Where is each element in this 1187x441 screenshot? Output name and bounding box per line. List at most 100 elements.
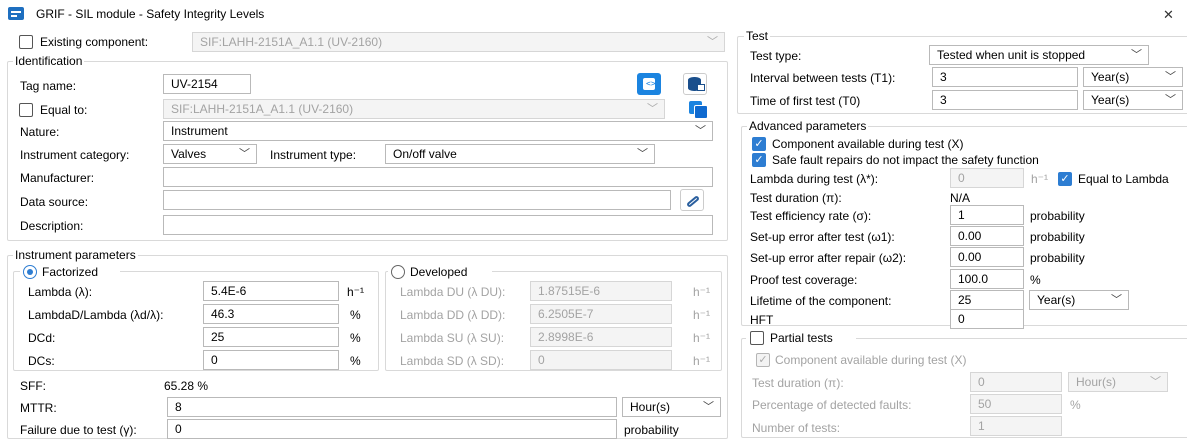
first-test-input[interactable]: 3 bbox=[932, 90, 1078, 110]
equal-to-lambda-checkbox[interactable]: ✓ bbox=[1058, 172, 1072, 186]
factorized-row-input[interactable]: 5.4E-6 bbox=[203, 281, 339, 301]
setup-error-test-input[interactable]: 0.00 bbox=[950, 226, 1024, 246]
instrument-category-select[interactable]: Valves ﹀ bbox=[163, 144, 257, 164]
proof-test-coverage-label: Proof test coverage: bbox=[750, 273, 858, 287]
setup-error-repair-input[interactable]: 0.00 bbox=[950, 247, 1024, 267]
developed-row-label: Lambda DU (λ DU): bbox=[400, 285, 506, 299]
window-title: GRIF - SIL module - Safety Integrity Lev… bbox=[36, 7, 265, 21]
interval-input[interactable]: 3 bbox=[932, 67, 1078, 87]
description-input[interactable] bbox=[163, 215, 713, 235]
advanced-parameters-title: Advanced parameters bbox=[747, 119, 869, 133]
code-view-icon[interactable]: <> bbox=[637, 73, 661, 95]
chevron-down-icon: ﹀ bbox=[1165, 71, 1176, 83]
factorized-label: Factorized bbox=[42, 265, 99, 279]
factorized-radio[interactable] bbox=[23, 265, 37, 279]
test-efficiency-input[interactable]: 1 bbox=[950, 205, 1024, 225]
factorized-row-label: DCd: bbox=[28, 331, 56, 345]
sff-value: 65.28 % bbox=[164, 379, 209, 393]
test-efficiency-label: Test efficiency rate (σ): bbox=[750, 209, 872, 223]
partial-tests-title: Partial tests bbox=[770, 331, 833, 345]
test-efficiency-unit: probability bbox=[1030, 209, 1085, 223]
nature-select[interactable]: Instrument ﹀ bbox=[163, 121, 713, 141]
manufacturer-input[interactable] bbox=[163, 167, 713, 187]
database-icon[interactable] bbox=[683, 73, 707, 95]
factorized-row-input[interactable]: 46.3 bbox=[203, 304, 339, 324]
developed-row-unit: h⁻¹ bbox=[693, 331, 711, 345]
equal-to-label: Equal to: bbox=[40, 103, 88, 117]
partial-tests-header[interactable]: Partial tests bbox=[746, 330, 856, 346]
factorized-header[interactable]: Factorized bbox=[20, 264, 120, 280]
factorized-row-unit: h⁻¹ bbox=[347, 285, 365, 299]
developed-row-label: Lambda DD (λ DD): bbox=[400, 308, 506, 322]
developed-radio[interactable] bbox=[391, 265, 405, 279]
instrument-category-label: Instrument category: bbox=[20, 148, 130, 162]
developed-row-unit: h⁻¹ bbox=[693, 308, 711, 322]
failure-due-to-test-input[interactable]: 0 bbox=[167, 419, 617, 439]
developed-row-unit: h⁻¹ bbox=[693, 354, 711, 368]
first-test-unit-select[interactable]: Year(s) ﹀ bbox=[1083, 90, 1183, 110]
data-source-input[interactable] bbox=[163, 190, 671, 210]
tag-name-label: Tag name: bbox=[20, 79, 77, 93]
mttr-unit-value: Hour(s) bbox=[630, 400, 671, 414]
lambda-during-test-unit: h⁻¹ bbox=[1031, 172, 1049, 186]
chevron-down-icon: ﹀ bbox=[707, 36, 718, 48]
factorized-row-unit: % bbox=[350, 354, 361, 368]
test-duration-label: Test duration (π): bbox=[750, 191, 842, 205]
equal-to-lambda-label: Equal to Lambda bbox=[1078, 172, 1169, 186]
developed-header[interactable]: Developed bbox=[388, 264, 492, 280]
developed-row-unit: h⁻¹ bbox=[693, 285, 711, 299]
component-available-checkbox[interactable]: ✓ bbox=[752, 137, 766, 151]
data-source-label: Data source: bbox=[20, 195, 89, 209]
mttr-unit-select[interactable]: Hour(s) ﹀ bbox=[622, 397, 721, 417]
equal-to-checkbox[interactable] bbox=[19, 103, 33, 117]
developed-row-label: Lambda SD (λ SD): bbox=[400, 354, 505, 368]
nature-value: Instrument bbox=[171, 124, 228, 138]
lifetime-label: Lifetime of the component: bbox=[750, 294, 892, 308]
factorized-row-input[interactable]: 0 bbox=[203, 350, 339, 370]
lifetime-input[interactable]: 25 bbox=[950, 290, 1024, 310]
partial-percent-input: 50 bbox=[970, 394, 1062, 414]
copy-icon[interactable] bbox=[687, 99, 711, 121]
paperclip-icon[interactable] bbox=[680, 189, 704, 211]
failure-due-to-test-label: Failure due to test (γ): bbox=[20, 423, 137, 437]
first-test-unit-value: Year(s) bbox=[1091, 93, 1130, 107]
factorized-row-unit: % bbox=[350, 308, 361, 322]
close-icon[interactable]: ✕ bbox=[1163, 7, 1174, 23]
existing-component-checkbox[interactable] bbox=[19, 35, 33, 49]
chevron-down-icon: ﹀ bbox=[703, 401, 714, 413]
nature-label: Nature: bbox=[20, 125, 60, 139]
first-test-label: Time of first test (T0) bbox=[750, 94, 861, 108]
partial-duration-input: 0 bbox=[970, 372, 1062, 392]
safe-fault-repairs-checkbox[interactable]: ✓ bbox=[752, 153, 766, 167]
interval-unit-value: Year(s) bbox=[1091, 70, 1130, 84]
app-icon bbox=[8, 7, 24, 20]
hft-label: HFT bbox=[750, 313, 774, 327]
equal-to-select: SIF:LAHH-2151A_A1.1 (UV-2160) ﹀ bbox=[163, 99, 665, 119]
proof-test-coverage-input[interactable]: 100.0 bbox=[950, 269, 1024, 289]
instrument-type-label: Instrument type: bbox=[270, 148, 357, 162]
interval-unit-select[interactable]: Year(s) ﹀ bbox=[1083, 67, 1183, 87]
test-type-value: Tested when unit is stopped bbox=[937, 48, 1086, 62]
partial-tests-checkbox[interactable] bbox=[750, 331, 764, 345]
tag-name-input[interactable]: UV-2154 bbox=[163, 74, 251, 94]
chevron-down-icon: ﹀ bbox=[1150, 376, 1161, 388]
component-available-label: Component available during test (X) bbox=[772, 137, 964, 151]
instrument-type-value: On/off valve bbox=[393, 147, 457, 161]
factorized-row-label: LambdaD/Lambda (λd/λ): bbox=[28, 308, 164, 322]
partial-component-available-label: Component available during test (X) bbox=[775, 353, 967, 367]
interval-label: Interval between tests (T1): bbox=[750, 71, 896, 85]
chevron-down-icon: ﹀ bbox=[647, 103, 658, 115]
factorized-row-input[interactable]: 25 bbox=[203, 327, 339, 347]
developed-row-input: 6.2505E-7 bbox=[530, 304, 672, 324]
lambda-during-test-input: 0 bbox=[950, 168, 1024, 188]
hft-input[interactable]: 0 bbox=[950, 309, 1024, 329]
partial-duration-label: Test duration (π): bbox=[752, 376, 844, 390]
mttr-input[interactable]: 8 bbox=[167, 397, 617, 417]
instrument-type-select[interactable]: On/off valve ﹀ bbox=[385, 144, 655, 164]
partial-component-available-checkbox: ✓ bbox=[756, 353, 770, 367]
setup-error-test-unit: probability bbox=[1030, 230, 1085, 244]
lifetime-unit-select[interactable]: Year(s) ﹀ bbox=[1029, 290, 1129, 310]
partial-number-input: 1 bbox=[970, 416, 1062, 436]
test-type-select[interactable]: Tested when unit is stopped ﹀ bbox=[929, 45, 1149, 65]
chevron-down-icon: ﹀ bbox=[637, 148, 648, 160]
